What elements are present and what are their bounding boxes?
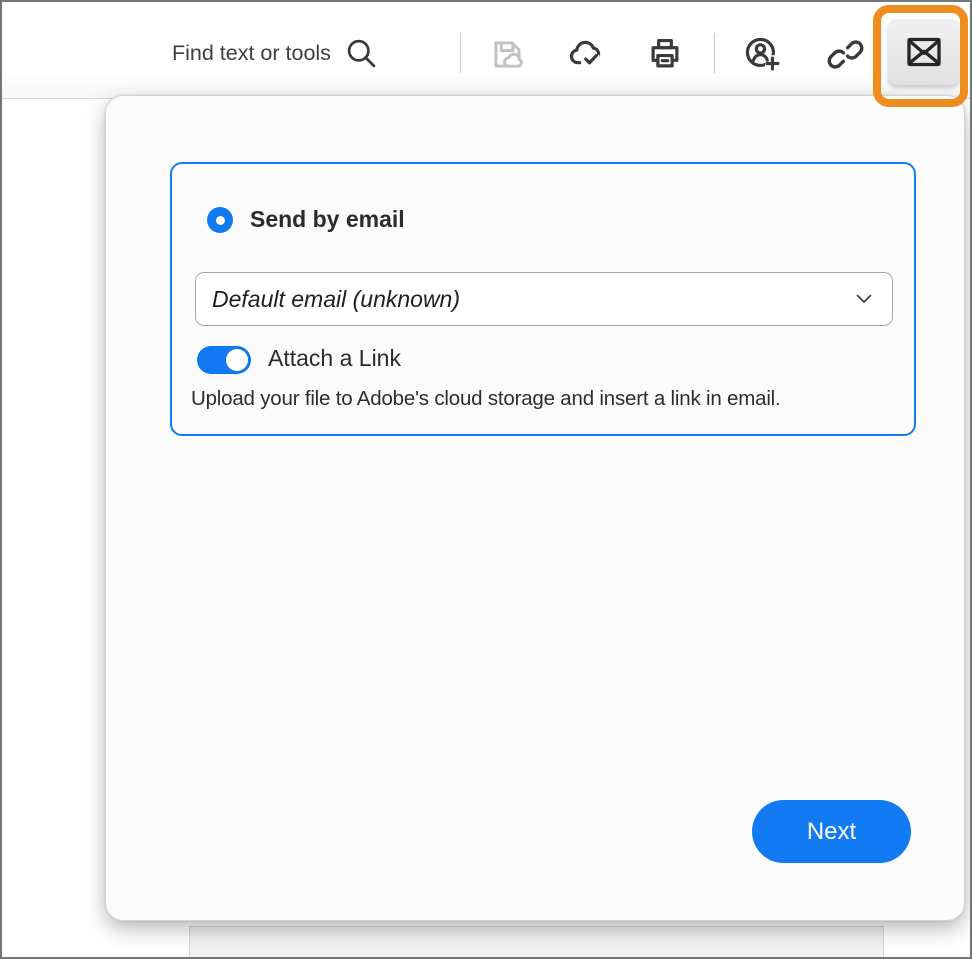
add-user-button[interactable]	[740, 32, 784, 76]
cloud-sync-check-icon	[567, 35, 605, 73]
save-button[interactable]	[485, 32, 529, 76]
email-client-value: Default email (unknown)	[212, 286, 460, 313]
email-client-select[interactable]: Default email (unknown)	[195, 272, 893, 326]
search-field[interactable]: Find text or tools	[172, 30, 378, 76]
toolbar-divider	[714, 33, 715, 73]
link-button[interactable]	[823, 32, 867, 76]
cloud-sync-button[interactable]	[564, 32, 608, 76]
screenshot-root: Find text or tools	[0, 0, 972, 959]
add-user-icon	[743, 35, 781, 73]
toolbar: Find text or tools	[2, 2, 970, 99]
attach-link-description: Upload your file to Adobe's cloud storag…	[191, 387, 891, 411]
search-label: Find text or tools	[172, 41, 331, 66]
email-button[interactable]	[888, 19, 960, 85]
send-by-email-radio[interactable]	[207, 207, 233, 233]
search-icon	[345, 37, 378, 70]
print-icon	[646, 35, 684, 73]
link-icon	[827, 36, 864, 73]
save-icon	[489, 36, 526, 73]
print-button[interactable]	[643, 32, 687, 76]
send-by-email-label: Send by email	[250, 206, 405, 233]
attach-link-label: Attach a Link	[268, 345, 401, 372]
toolbar-divider	[460, 33, 461, 73]
attach-link-toggle[interactable]	[197, 346, 251, 374]
next-button[interactable]: Next	[752, 800, 911, 863]
send-email-popover: Send by email Default email (unknown) At…	[105, 95, 965, 921]
page-background-edge	[189, 926, 884, 959]
email-icon	[904, 32, 944, 72]
chevron-down-icon	[856, 294, 872, 304]
